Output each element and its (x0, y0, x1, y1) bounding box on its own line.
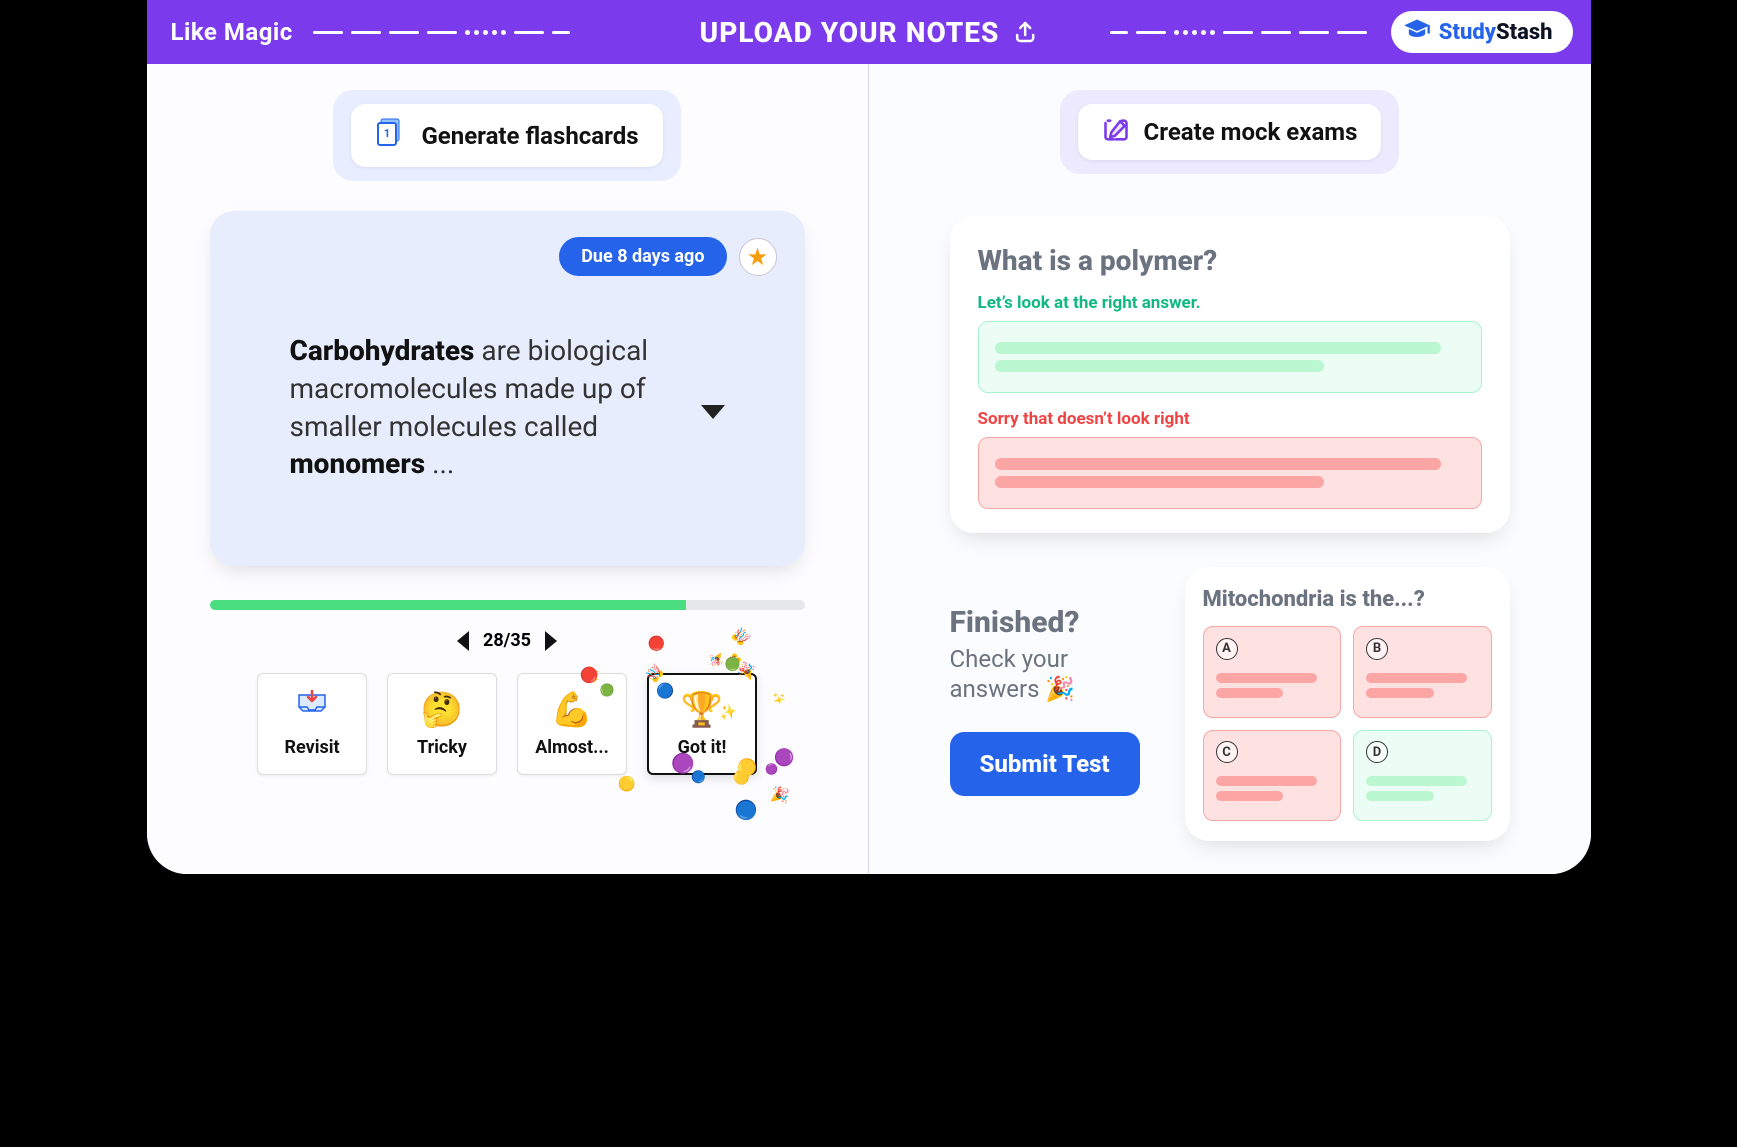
finished-title: Finished? (950, 605, 1157, 640)
flashcards-pane: 1 Generate flashcards Due 8 days ago ★ C… (147, 64, 869, 874)
progress-bar (210, 600, 805, 610)
option-letter: D (1366, 741, 1388, 763)
almost-icon: 💪 (551, 691, 593, 729)
prev-button[interactable] (457, 631, 469, 651)
finished-subtitle: Check your answers 🎉 (950, 644, 1157, 704)
incorrect-feedback-label: Sorry that doesn’t look right (978, 409, 1482, 429)
generate-flashcards-button[interactable]: 1 Generate flashcards (351, 104, 662, 167)
pager: 28/35 (210, 630, 805, 651)
correct-answer-panel (978, 321, 1482, 393)
question-card: What is a polymer? Let’s look at the rig… (950, 216, 1510, 533)
create-mock-exams-button[interactable]: Create mock exams (1078, 104, 1382, 160)
flashcard-text: Carbohydrates are biological macromolecu… (290, 332, 687, 483)
mcq-option-C[interactable]: C (1203, 730, 1342, 822)
next-button[interactable] (545, 631, 557, 651)
option-letter: A (1216, 638, 1238, 660)
correct-feedback-label: Let’s look at the right answer. (978, 293, 1482, 313)
tricky-icon: 🤔 (421, 691, 463, 729)
option-letter: C (1216, 741, 1238, 763)
rating-button-tricky[interactable]: 🤔 Tricky (387, 673, 497, 775)
banner-decoration-left (313, 30, 570, 35)
svg-text:1: 1 (384, 127, 390, 140)
due-badge: Due 8 days ago (559, 237, 726, 276)
create-mock-exams-wrap: Create mock exams (1060, 90, 1400, 174)
mcq-title: Mitochondria is the...? (1203, 587, 1492, 612)
upload-notes-cta[interactable]: UPLOAD YOUR NOTES (700, 16, 1038, 49)
favorite-button[interactable]: ★ (739, 238, 777, 276)
top-banner: Like Magic UPLOAD YOUR NOTES StudyStash (147, 0, 1591, 64)
flashcard[interactable]: Due 8 days ago ★ Carbohydrates are biolo… (210, 211, 805, 566)
brand-name: StudyStash (1439, 20, 1553, 45)
generate-flashcards-label: Generate flashcards (421, 122, 638, 150)
app-frame: Like Magic UPLOAD YOUR NOTES StudyStash (147, 0, 1591, 874)
star-icon: ★ (747, 243, 769, 271)
page-indicator: 28/35 (483, 630, 531, 651)
bottom-row: Finished? Check your answers 🎉 Submit Te… (950, 567, 1510, 841)
banner-decoration-right (1110, 30, 1367, 35)
rating-button-almost[interactable]: 💪 Almost... (517, 673, 627, 775)
rating-button-revisit[interactable]: Revisit (257, 673, 367, 775)
mcq-card: Mitochondria is the...? A B C D (1185, 567, 1510, 841)
upload-notes-label: UPLOAD YOUR NOTES (700, 16, 1000, 49)
flashcards-icon: 1 (375, 116, 407, 155)
exams-pane: Create mock exams What is a polymer? Let… (869, 64, 1591, 874)
mcq-option-A[interactable]: A (1203, 626, 1342, 718)
create-exam-icon (1102, 116, 1130, 148)
generate-flashcards-wrap: 1 Generate flashcards (333, 90, 680, 181)
question-title: What is a polymer? (978, 244, 1482, 277)
progress: 28/35 (210, 600, 805, 651)
rating-label: Revisit (284, 737, 339, 758)
mcq-option-B[interactable]: B (1353, 626, 1492, 718)
main-split: 1 Generate flashcards Due 8 days ago ★ C… (147, 64, 1591, 874)
rating-row: 🎉✨🎊🟡🔵🟣🟢🔴🎉✨🎊🟡🔵🟣🟢🔴🎉✨🎊🟡🔵🟣 Revisit🤔Tricky💪Al… (257, 673, 757, 775)
finish-block: Finished? Check your answers 🎉 Submit Te… (950, 567, 1157, 796)
gotit-icon: 🏆 (681, 691, 723, 729)
rating-button-gotit[interactable]: 🏆 Got it! (647, 673, 757, 775)
mcq-option-D[interactable]: D (1353, 730, 1492, 822)
rating-label: Tricky (417, 737, 467, 758)
expand-icon[interactable] (701, 405, 725, 419)
option-letter: B (1366, 638, 1388, 660)
graduation-cap-icon (1403, 16, 1431, 48)
incorrect-answer-panel (978, 437, 1482, 509)
upload-icon (1013, 20, 1037, 44)
create-mock-exams-label: Create mock exams (1144, 118, 1358, 146)
brand-logo[interactable]: StudyStash (1391, 11, 1573, 53)
rating-label: Got it! (678, 737, 727, 758)
mcq-options: A B C D (1203, 626, 1492, 821)
banner-left-text: Like Magic (171, 18, 293, 46)
revisit-icon (294, 691, 330, 729)
rating-label: Almost... (535, 737, 609, 758)
submit-test-button[interactable]: Submit Test (950, 732, 1140, 796)
